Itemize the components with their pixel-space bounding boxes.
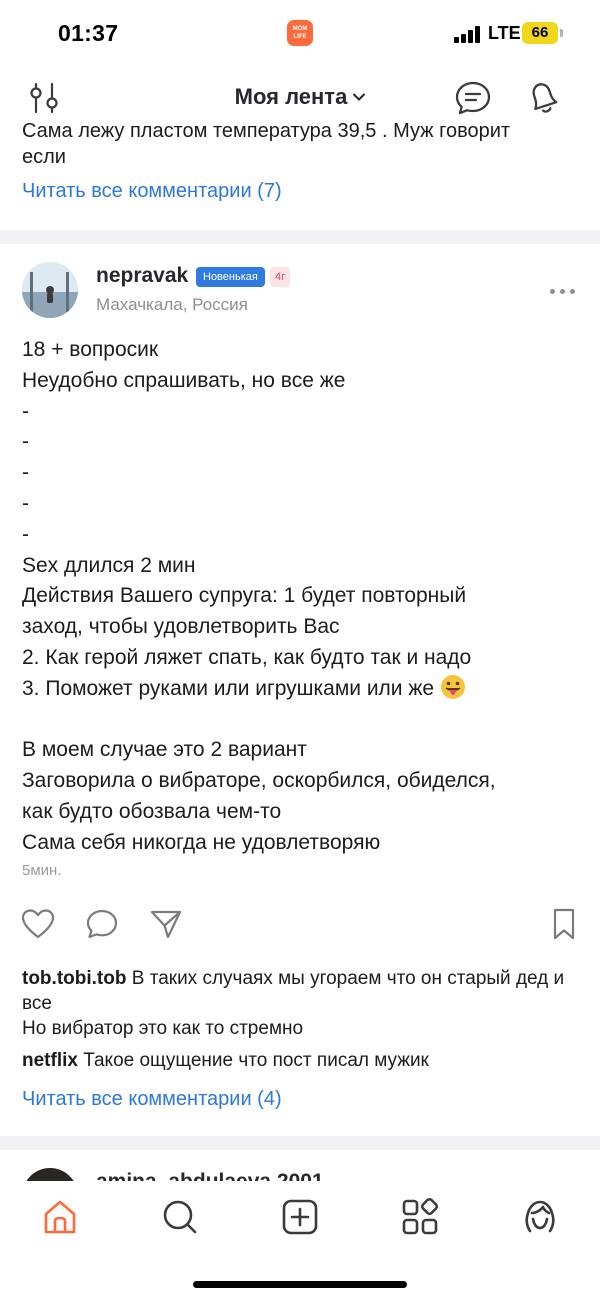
post-separator (0, 230, 600, 244)
post-location: Махачкала, Россия (96, 295, 248, 314)
battery-icon: 66 (522, 22, 558, 44)
comment-author[interactable]: netflix (22, 1050, 78, 1071)
comment-item[interactable]: tob.tobi.tob В таких случаях мы угораем … (22, 966, 592, 1041)
bottom-navigation (0, 1181, 600, 1297)
profile-icon[interactable] (520, 1197, 560, 1237)
child-age-badge: 4г (270, 267, 291, 287)
bell-notifications-icon[interactable] (524, 78, 562, 116)
post-line: как будто обозвала чем-то (22, 799, 282, 823)
search-icon[interactable] (160, 1197, 200, 1237)
page-title: Моя лента (234, 84, 348, 109)
signal-icon (454, 25, 482, 43)
services-icon[interactable] (400, 1197, 440, 1237)
home-icon[interactable] (40, 1197, 80, 1237)
comment-item[interactable]: netflix Такое ощущение что пост писал му… (22, 1048, 592, 1073)
share-send-icon[interactable] (148, 906, 184, 942)
comment-bubble-icon[interactable] (84, 906, 120, 942)
comment-text: Такое ощущение что пост писал мужик (83, 1050, 429, 1071)
previous-comment-text: Сама лежу пластом температура 39,5 . Муж… (22, 120, 511, 168)
post-separator (0, 1136, 600, 1150)
add-post-icon[interactable] (280, 1197, 320, 1237)
feed[interactable]: Сама лежу пластом температура 39,5 . Муж… (0, 118, 600, 1181)
battery-tip (560, 29, 563, 37)
post-line (22, 705, 582, 736)
feed-selector[interactable]: Моя лента (0, 84, 600, 110)
read-all-comments-link[interactable]: Читать все комментарии (4) (22, 1088, 282, 1111)
post-username[interactable]: nepravak (96, 264, 188, 288)
post-line: - (22, 399, 29, 423)
post-line: - (22, 522, 29, 546)
post-line: - (22, 491, 29, 515)
post-line: В моем случае это 2 вариант (22, 738, 307, 762)
post-line: - (22, 461, 29, 485)
app-icon: MOM LIFE (287, 20, 313, 46)
post-line: заход, чтобы удовлетворить Вас (22, 615, 340, 639)
chevron-down-icon (353, 93, 366, 101)
avatar[interactable] (22, 1168, 78, 1181)
post-time: 5мин. (22, 862, 62, 879)
like-heart-icon[interactable] (20, 906, 56, 942)
post-line-with-emoji: 3. Поможет руками или игрушками или же (22, 674, 582, 705)
post-line: Неудобно спрашивать, но все же (22, 368, 346, 392)
chat-icon[interactable] (454, 80, 492, 116)
bookmark-icon[interactable] (546, 906, 582, 942)
post-line: Заговорила о вибраторе, оскорбился, обид… (22, 769, 496, 793)
comment-author[interactable]: tob.tobi.tob (22, 968, 126, 989)
post-line: 3. Поможет руками или игрушками или же (22, 676, 435, 700)
network-label: LTE (488, 23, 521, 43)
status-time: 01:37 (58, 20, 119, 46)
post-line: Sex длился 2 мин (22, 553, 196, 577)
read-all-comments-link-prev[interactable]: Читать все комментарии (7) (22, 180, 282, 203)
avatar[interactable] (22, 262, 78, 318)
home-indicator (193, 1281, 407, 1288)
post-line: 18 + вопросик (22, 338, 159, 361)
post-username[interactable]: amina_abdulaeva.2001 (96, 1170, 324, 1181)
post-line: Действия Вашего супруга: 1 будет повторн… (22, 584, 467, 608)
status-bar: 01:37 MOM LIFE LTE 66 (0, 0, 600, 64)
post-line: - (22, 430, 29, 454)
post-line: 2. Как герой ляжет спать, как будто так … (22, 645, 472, 669)
header: Моя лента (0, 64, 600, 118)
post-line: Сама себя никогда не удовлетворяю (22, 830, 381, 854)
status-badge: Новенькая (196, 267, 265, 287)
more-options-icon[interactable] (548, 286, 578, 296)
tongue-emoji-icon (440, 674, 465, 699)
post-body: 18 + вопросик Неудобно спрашивать, но вс… (22, 335, 582, 859)
